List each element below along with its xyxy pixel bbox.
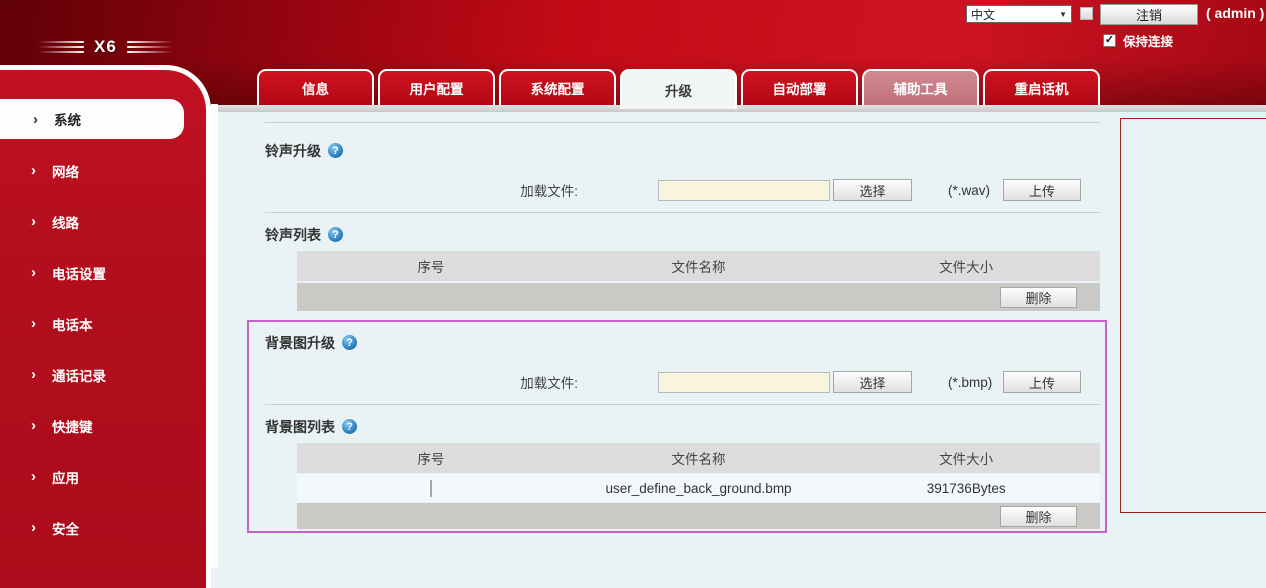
sidebar-item-label: 系统: [54, 109, 81, 129]
section-title-background-list: 背景图列表 ?: [265, 418, 1100, 435]
sidebar-menu: › 系统 › 网络 › 线路 › 电话设置 › 电话本 › 通话记录 › 快捷键…: [0, 70, 206, 553]
col-filesize: 文件大小: [832, 256, 1100, 276]
help-icon[interactable]: ?: [342, 335, 357, 350]
tab-reboot[interactable]: 重启话机: [983, 69, 1100, 105]
load-file-label: 加载文件:: [265, 372, 578, 392]
section-title-background-upgrade: 背景图升级 ?: [265, 334, 1100, 351]
tab-upgrade[interactable]: 升级: [620, 69, 737, 109]
ringtone-upload-button[interactable]: 上传: [1003, 179, 1081, 201]
row-filename: user_define_back_ground.bmp: [565, 481, 833, 496]
background-section-highlight: 背景图升级 ? 加载文件: 选择 (*.bmp) 上传 背景图列表 ? 序号 文…: [247, 320, 1107, 533]
background-file-input[interactable]: [658, 372, 830, 393]
tab-auto-provision[interactable]: 自动部署: [741, 69, 858, 105]
sidebar-item-label: 安全: [52, 518, 79, 538]
sidebar: › 系统 › 网络 › 线路 › 电话设置 › 电话本 › 通话记录 › 快捷键…: [0, 65, 211, 588]
sidebar-item-label: 快捷键: [52, 416, 93, 436]
col-index: 序号: [297, 448, 565, 468]
help-icon[interactable]: ?: [328, 143, 343, 158]
sidebar-item-label: 电话本: [52, 314, 93, 334]
section-title-ringtone-upgrade: 铃声升级 ?: [265, 142, 1100, 159]
sidebar-item-label: 电话设置: [52, 263, 106, 283]
tab-tools[interactable]: 辅助工具: [862, 69, 979, 105]
sidebar-item-network[interactable]: › 网络: [0, 145, 206, 196]
background-upload-row: 加载文件: 选择 (*.bmp) 上传: [265, 371, 1100, 393]
load-file-label: 加载文件:: [265, 180, 578, 200]
sidebar-item-phonebook[interactable]: › 电话本: [0, 298, 206, 349]
tab-user-config[interactable]: 用户配置: [378, 69, 495, 105]
logo-speedlines-left: [38, 41, 84, 53]
col-index: 序号: [297, 256, 565, 276]
chevron-right-icon: ›: [31, 164, 36, 177]
language-select[interactable]: 中文 ▼: [966, 5, 1072, 23]
content-area: 铃声升级 ? 加载文件: 选择 (*.wav) 上传 铃声列表 ? 序号 文件名…: [218, 112, 1266, 568]
ringtone-table: 序号 文件名称 文件大小 删除: [297, 251, 1100, 311]
keep-alive-control: ✓ 保持连接: [1103, 31, 1173, 50]
background-table-header: 序号 文件名称 文件大小: [297, 443, 1100, 473]
language-select-value: 中文: [971, 6, 995, 23]
sidebar-item-application[interactable]: › 应用: [0, 451, 206, 502]
sidebar-item-call-log[interactable]: › 通话记录: [0, 349, 206, 400]
logo-speedlines-right: [127, 41, 173, 53]
sidebar-item-label: 通话记录: [52, 365, 106, 385]
chevron-right-icon: ›: [33, 113, 38, 126]
main-column: 铃声升级 ? 加载文件: 选择 (*.wav) 上传 铃声列表 ? 序号 文件名…: [265, 112, 1100, 533]
chevron-right-icon: ›: [31, 521, 36, 534]
ringtone-table-footer: 删除: [297, 283, 1100, 311]
sidebar-item-line[interactable]: › 线路: [0, 196, 206, 247]
help-icon[interactable]: ?: [328, 227, 343, 242]
divider: [265, 404, 1100, 405]
main-tabs: 信息 用户配置 系统配置 升级 自动部署 辅助工具 重启话机: [257, 69, 1100, 109]
sidebar-item-label: 线路: [52, 212, 79, 232]
help-frame: [1120, 118, 1266, 513]
logo-text: X6: [94, 37, 117, 57]
help-icon[interactable]: ?: [342, 419, 357, 434]
col-filename: 文件名称: [565, 448, 833, 468]
background-choose-button[interactable]: 选择: [833, 371, 912, 393]
background-upload-button[interactable]: 上传: [1003, 371, 1081, 393]
sidebar-item-phone-settings[interactable]: › 电话设置: [0, 247, 206, 298]
row-checkbox[interactable]: [430, 480, 432, 497]
divider: [265, 212, 1100, 213]
sidebar-item-function-key[interactable]: › 快捷键: [0, 400, 206, 451]
chevron-down-icon: ▼: [1059, 10, 1067, 19]
chevron-right-icon: ›: [31, 317, 36, 330]
table-row: user_define_back_ground.bmp 391736Bytes: [297, 474, 1100, 502]
background-delete-button[interactable]: 删除: [1000, 506, 1077, 527]
row-filesize: 391736Bytes: [832, 481, 1100, 496]
section-title-ringtone-list: 铃声列表 ?: [265, 226, 1100, 243]
sidebar-item-system[interactable]: › 系统: [0, 99, 184, 139]
sidebar-item-security[interactable]: › 安全: [0, 502, 206, 553]
chevron-right-icon: ›: [31, 419, 36, 432]
header-checkbox[interactable]: [1080, 7, 1093, 20]
background-table-footer: 删除: [297, 503, 1100, 529]
keep-alive-label: 保持连接: [1123, 31, 1173, 50]
row-select-cell: [297, 481, 565, 496]
ringtone-delete-button[interactable]: 删除: [1000, 287, 1077, 308]
chevron-right-icon: ›: [31, 266, 36, 279]
ringtone-upload-row: 加载文件: 选择 (*.wav) 上传: [265, 179, 1100, 201]
background-ext-hint: (*.bmp): [948, 375, 1000, 390]
tab-system-config[interactable]: 系统配置: [499, 69, 616, 105]
chevron-right-icon: ›: [31, 368, 36, 381]
ringtone-table-header: 序号 文件名称 文件大小: [297, 251, 1100, 281]
chevron-right-icon: ›: [31, 215, 36, 228]
ringtone-file-input[interactable]: [658, 180, 830, 201]
sidebar-item-label: 网络: [52, 161, 79, 181]
sidebar-item-label: 应用: [52, 467, 79, 487]
divider: [265, 122, 1100, 123]
ringtone-ext-hint: (*.wav): [948, 183, 1000, 198]
ringtone-choose-button[interactable]: 选择: [833, 179, 912, 201]
tab-info[interactable]: 信息: [257, 69, 374, 105]
keep-alive-checkbox[interactable]: ✓: [1103, 34, 1116, 47]
logout-button[interactable]: 注销: [1100, 4, 1198, 25]
col-filename: 文件名称: [565, 256, 833, 276]
admin-user-label: ( admin ): [1206, 5, 1264, 21]
chevron-right-icon: ›: [31, 470, 36, 483]
brand-logo: X6: [38, 37, 173, 57]
col-filesize: 文件大小: [832, 448, 1100, 468]
sidebar-gap: [211, 104, 218, 568]
background-table: 序号 文件名称 文件大小 user_define_back_ground.bmp…: [297, 443, 1100, 529]
